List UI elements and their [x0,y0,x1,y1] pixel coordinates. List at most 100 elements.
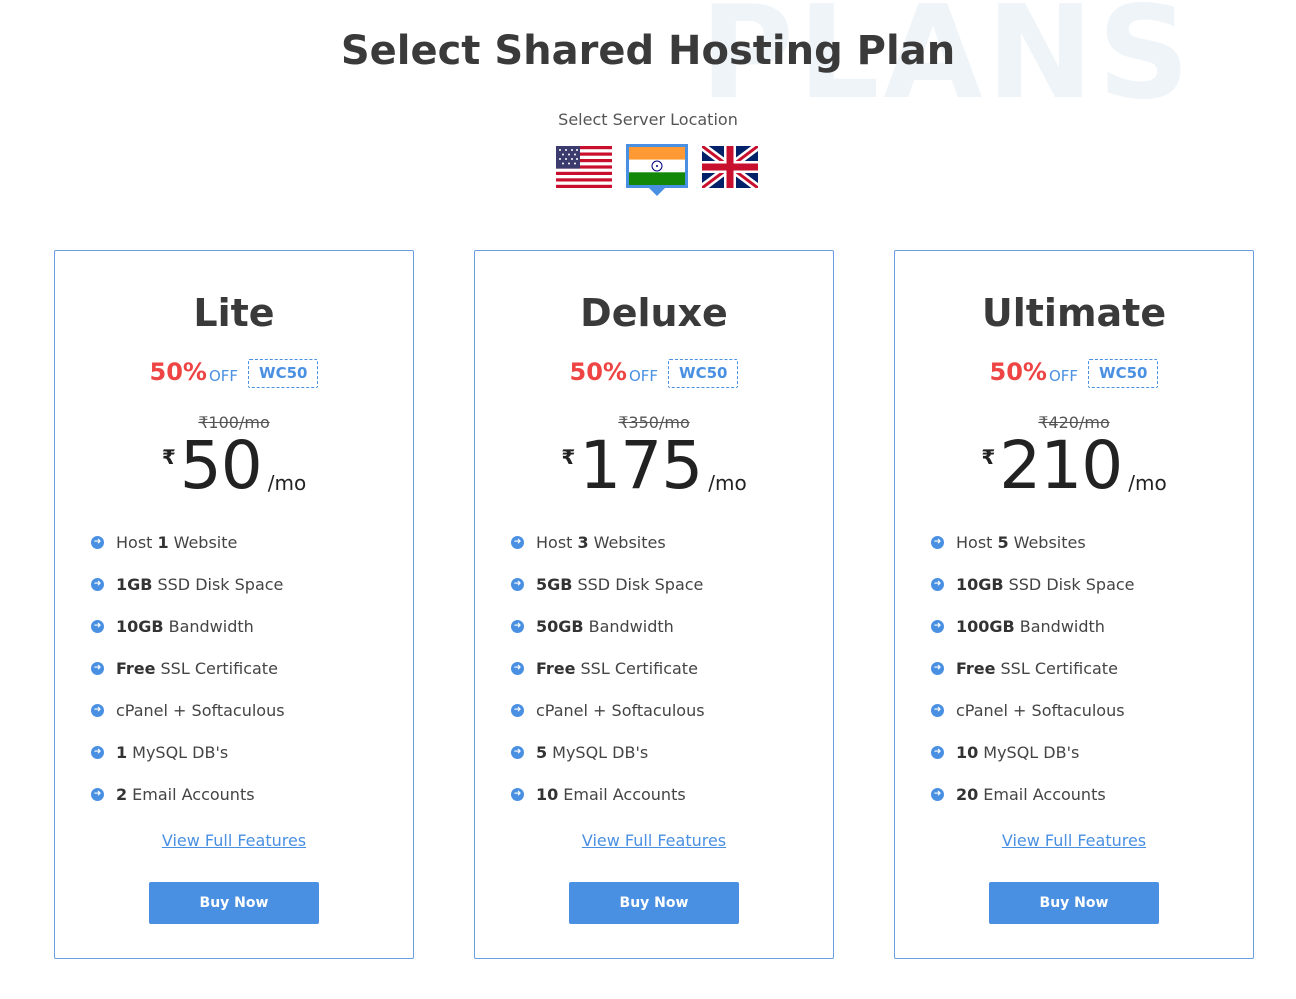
flag-usa-option[interactable] [556,146,612,188]
arrow-circle-icon: ➜ [931,619,944,633]
feature-label: cPanel + Softaculous [956,700,1125,720]
feature-label: Websites [593,532,666,552]
currency-symbol: ₹ [981,445,996,469]
feature-label: Email Accounts [132,784,255,804]
feature-item: ➜ Free SSL Certificate [511,647,705,689]
feature-item: ➜ 100GB Bandwidth [931,605,1135,647]
feature-prefix: Host [536,532,573,552]
feature-item: ➜ 10GB SSD Disk Space [931,563,1135,605]
arrow-circle-icon: ➜ [511,619,524,633]
off-label: OFF [628,367,659,385]
feature-value: 3 [577,532,589,552]
currency-symbol: ₹ [161,445,176,469]
feature-value: 100GB [956,616,1015,636]
flag-uk-option[interactable] [702,146,758,188]
feature-item: ➜ 5 MySQL DB's [511,731,705,773]
feature-item: ➜ Free SSL Certificate [91,647,285,689]
feature-label: SSL Certificate [1000,658,1118,678]
arrow-circle-icon: ➜ [931,661,944,675]
feature-label: SSD Disk Space [577,574,704,594]
currency-symbol: ₹ [561,445,576,469]
price-period: /mo [1128,471,1167,495]
buy-now-button[interactable]: Buy Now [569,882,739,924]
feature-item: ➜ 10 Email Accounts [511,773,705,815]
feature-value: 10GB [956,574,1004,594]
feature-item: ➜ 5GB SSD Disk Space [511,563,705,605]
feature-list: ➜ Host 5 Websites ➜ 10GB SSD Disk Space ➜ 100GB B… [931,521,1135,815]
arrow-circle-icon: ➜ [91,535,104,549]
arrow-circle-icon: ➜ [511,745,524,759]
arrow-circle-icon: ➜ [91,787,104,801]
coupon-code[interactable]: WC50 [668,359,739,388]
feature-value: 10GB [116,616,164,636]
arrow-circle-icon: ➜ [91,577,104,591]
feature-item: ➜ 50GB Bandwidth [511,605,705,647]
feature-label: Email Accounts [983,784,1106,804]
feature-label: cPanel + Softaculous [536,700,705,720]
feature-label: cPanel + Softaculous [116,700,285,720]
feature-value: 5 [536,742,548,762]
arrow-circle-icon: ➜ [511,535,524,549]
feature-label: SSD Disk Space [1008,574,1135,594]
plans-container: Lite 50% OFF WC50 ₹100/mo ₹50/mo ➜ Host 1 Website… [54,250,1254,959]
feature-item: ➜ 1GB SSD Disk Space [91,563,285,605]
off-label: OFF [208,367,239,385]
feature-label: Bandwidth [1019,616,1105,636]
feature-value: 1 [157,532,169,552]
feature-item: ➜ 2 Email Accounts [91,773,285,815]
plan-card-deluxe: Deluxe 50% OFF WC50 ₹350/mo ₹175/mo ➜ Host 3 Webs… [474,250,834,959]
arrow-circle-icon: ➜ [931,787,944,801]
feature-item: ➜ 1 MySQL DB's [91,731,285,773]
buy-now-button[interactable]: Buy Now [989,882,1159,924]
view-full-features-link[interactable]: View Full Features [55,831,413,850]
feature-value: 2 [116,784,128,804]
feature-label: Bandwidth [168,616,254,636]
feature-value: Free [536,658,576,678]
feature-item: ➜ 10 MySQL DB's [931,731,1135,773]
feature-label: MySQL DB's [983,742,1080,762]
arrow-circle-icon: ➜ [931,745,944,759]
uk-flag-icon [702,146,758,188]
plan-name: Ultimate [981,291,1167,335]
server-location-selector [556,144,758,202]
coupon-code[interactable]: WC50 [1088,359,1159,388]
feature-item: ➜ 20 Email Accounts [931,773,1135,815]
price-period: /mo [267,471,307,495]
feature-label: Websites [1013,532,1086,552]
arrow-circle-icon: ➜ [91,745,104,759]
discount-row: 50% OFF WC50 [55,358,413,388]
feature-item: ➜ Host 3 Websites [511,521,705,563]
feature-value: Free [116,658,156,678]
feature-value: 1GB [116,574,153,594]
plan-card-lite: Lite 50% OFF WC50 ₹100/mo ₹50/mo ➜ Host 1 Website… [54,250,414,959]
coupon-code[interactable]: WC50 [248,359,319,388]
discount-row: 50% OFF WC50 [895,359,1253,388]
arrow-circle-icon: ➜ [511,577,524,591]
buy-now-button[interactable]: Buy Now [149,882,319,924]
view-full-features-link[interactable]: View Full Features [895,831,1253,850]
feature-item: ➜ cPanel + Softaculous [511,689,705,731]
feature-label: Website [173,532,238,552]
arrow-circle-icon: ➜ [931,577,944,591]
off-label: OFF [1048,367,1079,385]
plan-name: Deluxe [580,291,728,335]
page-title: Select Shared Hosting Plan [340,28,956,74]
view-full-features-link[interactable]: View Full Features [475,831,833,850]
price: ₹175/mo [475,433,833,499]
discount-percent: 50% [149,358,207,386]
flag-india-option[interactable] [626,144,688,196]
feature-label: SSL Certificate [580,658,698,678]
price-amount: 175 [579,427,703,504]
server-location-label: Select Server Location [558,110,738,129]
plan-name: Lite [193,291,275,335]
arrow-circle-icon: ➜ [931,535,944,549]
feature-item: ➜ Free SSL Certificate [931,647,1135,689]
feature-list: ➜ Host 3 Websites ➜ 5GB SSD Disk Space ➜ 50GB Ban… [511,521,705,815]
price-period: /mo [708,471,747,495]
arrow-circle-icon: ➜ [511,703,524,717]
arrow-circle-icon: ➜ [511,787,524,801]
feature-item: ➜ Host 1 Website [91,521,285,563]
feature-item: ➜ Host 5 Websites [931,521,1135,563]
feature-value: 10 [956,742,979,762]
india-flag-icon [629,147,685,185]
